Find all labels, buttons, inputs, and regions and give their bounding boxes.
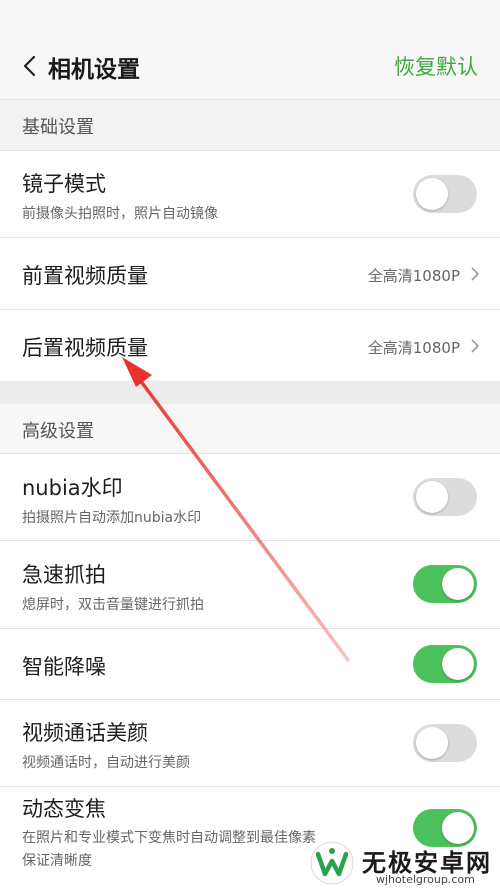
setting-title: 前置视频质量 [22, 264, 148, 288]
chevron-right-icon [471, 339, 480, 353]
section-divider [0, 382, 500, 404]
nubia-watermark-toggle[interactable] [413, 478, 477, 516]
setting-row-nubia-watermark[interactable]: nubia水印 拍摄照片自动添加nubia水印 [0, 454, 500, 541]
setting-row-video-call-beauty[interactable]: 视频通话美颜 视频通话时，自动进行美颜 [0, 700, 500, 787]
toggle-knob [416, 727, 448, 759]
setting-title: 急速抓拍 [22, 563, 106, 587]
toggle-knob [416, 481, 448, 513]
site-watermark: 无极安卓网 wjhotelgroup.com [310, 835, 500, 889]
setting-description: 在照片和专业模式下变焦时自动调整到最佳像素 [22, 830, 316, 846]
site-logo-icon [310, 841, 354, 885]
quick-snap-toggle[interactable] [413, 565, 477, 603]
restore-defaults-button[interactable]: 恢复默认 [394, 51, 478, 81]
setting-row-mirror-mode[interactable]: 镜子模式 前摄像头拍照时，照片自动镜像 [0, 151, 500, 238]
setting-description-line2: 保证清晰度 [22, 853, 92, 869]
toggle-knob [442, 568, 474, 600]
setting-row-quick-snap[interactable]: 急速抓拍 熄屏时，双击音量键进行抓拍 [0, 541, 500, 629]
smart-denoise-toggle[interactable] [413, 645, 477, 683]
setting-description: 前摄像头拍照时，照片自动镜像 [22, 206, 218, 222]
site-url: wjhotelgroup.com [376, 873, 475, 886]
app-header: 相机设置 恢复默认 [0, 0, 500, 100]
setting-description: 视频通话时，自动进行美颜 [22, 755, 190, 771]
setting-title: 镜子模式 [22, 172, 106, 196]
setting-description: 拍摄照片自动添加nubia水印 [22, 510, 202, 526]
setting-row-smart-denoise[interactable]: 智能降噪 [0, 629, 500, 700]
video-call-beauty-toggle[interactable] [413, 724, 477, 762]
setting-value: 全高清1080P [367, 267, 460, 285]
mirror-mode-toggle[interactable] [413, 175, 477, 213]
section-header-advanced: 高级设置 [0, 404, 500, 454]
page-title: 相机设置 [48, 57, 140, 83]
setting-title: 后置视频质量 [22, 336, 148, 360]
setting-description: 熄屏时，双击音量键进行抓拍 [22, 597, 204, 613]
setting-title: 智能降噪 [22, 655, 106, 679]
toggle-knob [442, 648, 474, 680]
setting-title: 动态变焦 [22, 797, 106, 821]
toggle-knob [416, 178, 448, 210]
setting-value: 全高清1080P [367, 339, 460, 357]
back-arrow-icon[interactable] [22, 55, 38, 77]
chevron-right-icon [471, 267, 480, 281]
setting-row-rear-video-quality[interactable]: 后置视频质量 全高清1080P [0, 310, 500, 382]
setting-title: 视频通话美颜 [22, 721, 148, 745]
setting-row-front-video-quality[interactable]: 前置视频质量 全高清1080P [0, 238, 500, 310]
setting-title: nubia水印 [22, 476, 123, 500]
section-header-basic: 基础设置 [0, 100, 500, 151]
